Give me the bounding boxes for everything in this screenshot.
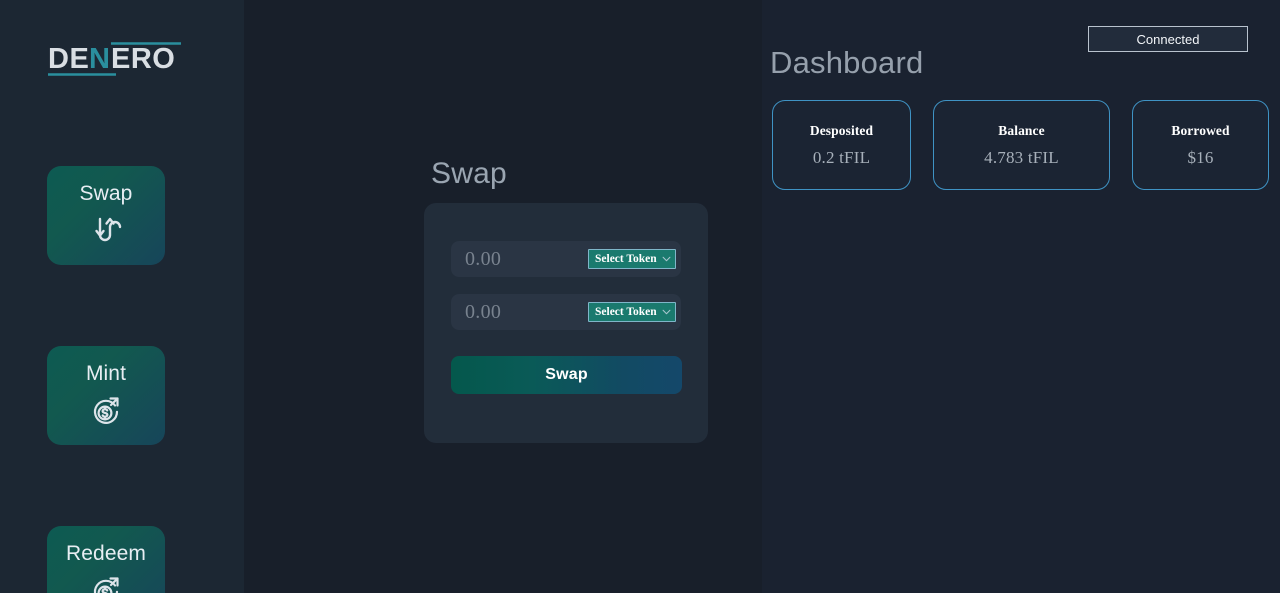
swap-to-row: Select Token: [451, 294, 681, 330]
swap-arrows-icon: [88, 212, 124, 248]
denero-logo[interactable]: DE N ERO: [48, 40, 181, 78]
sidebar-item-mint[interactable]: Mint: [47, 346, 165, 445]
swap-to-token-select-wrap: Select Token: [588, 301, 676, 323]
stat-card-label: Desposited: [809, 122, 874, 138]
stat-card-label: Borrowed: [1171, 122, 1230, 138]
sidebar-item-label: Mint: [85, 362, 127, 385]
sidebar-item-swap[interactable]: Swap: [47, 166, 165, 265]
swap-to-amount-input[interactable]: [465, 300, 585, 324]
circular-dollar-up-arrow-icon: [88, 392, 124, 428]
stat-card-deposited: Desposited 0.2 tFIL: [772, 100, 911, 190]
stat-card-value: 0.2 tFIL: [812, 147, 871, 167]
stat-card-borrowed: Borrowed $16: [1132, 100, 1269, 190]
dashboard-stat-cards: Desposited 0.2 tFIL Balance 4.783 tFIL B…: [772, 100, 1269, 190]
swap-panel: Swap Select Token Select Token: [244, 0, 762, 593]
dashboard-panel: Connected Dashboard Desposited 0.2 tFIL …: [762, 0, 1280, 593]
sidebar-item-label: Redeem: [66, 542, 146, 565]
app-root: DE N ERO Swap Mint Redeem Swap 0.00 Sele…: [0, 0, 1280, 593]
swap-from-amount-input[interactable]: [465, 247, 585, 271]
sidebar: DE N ERO Swap Mint Redeem: [0, 0, 244, 593]
stat-card-value: $16: [1187, 147, 1214, 167]
swap-card: Select Token Select Token: [424, 203, 708, 443]
wallet-status-button[interactable]: Connected: [1088, 26, 1248, 52]
sidebar-nav: Swap Mint Redeem: [47, 166, 165, 593]
stat-card-label: Balance: [998, 122, 1045, 138]
sidebar-item-redeem[interactable]: Redeem: [47, 526, 165, 593]
swap-to-token-select[interactable]: Select Token: [588, 301, 676, 323]
swap-from-token-select[interactable]: Select Token: [588, 248, 676, 270]
svg-text:DE: DE: [48, 43, 89, 75]
dashboard-title: Dashboard: [770, 45, 924, 80]
circular-dollar-down-arrow-icon: [88, 572, 124, 593]
swap-from-row: Select Token: [451, 241, 681, 277]
stat-card-value: 4.783 tFIL: [984, 147, 1059, 167]
stat-card-balance: Balance 4.783 tFIL: [933, 100, 1110, 190]
swap-panel-title: Swap: [431, 157, 507, 190]
sidebar-item-label: Swap: [79, 182, 133, 205]
svg-text:ERO: ERO: [111, 43, 175, 75]
swap-from-token-select-wrap: Select Token: [588, 248, 676, 270]
swap-submit-button[interactable]: Swap: [451, 356, 682, 394]
svg-text:N: N: [89, 43, 110, 75]
